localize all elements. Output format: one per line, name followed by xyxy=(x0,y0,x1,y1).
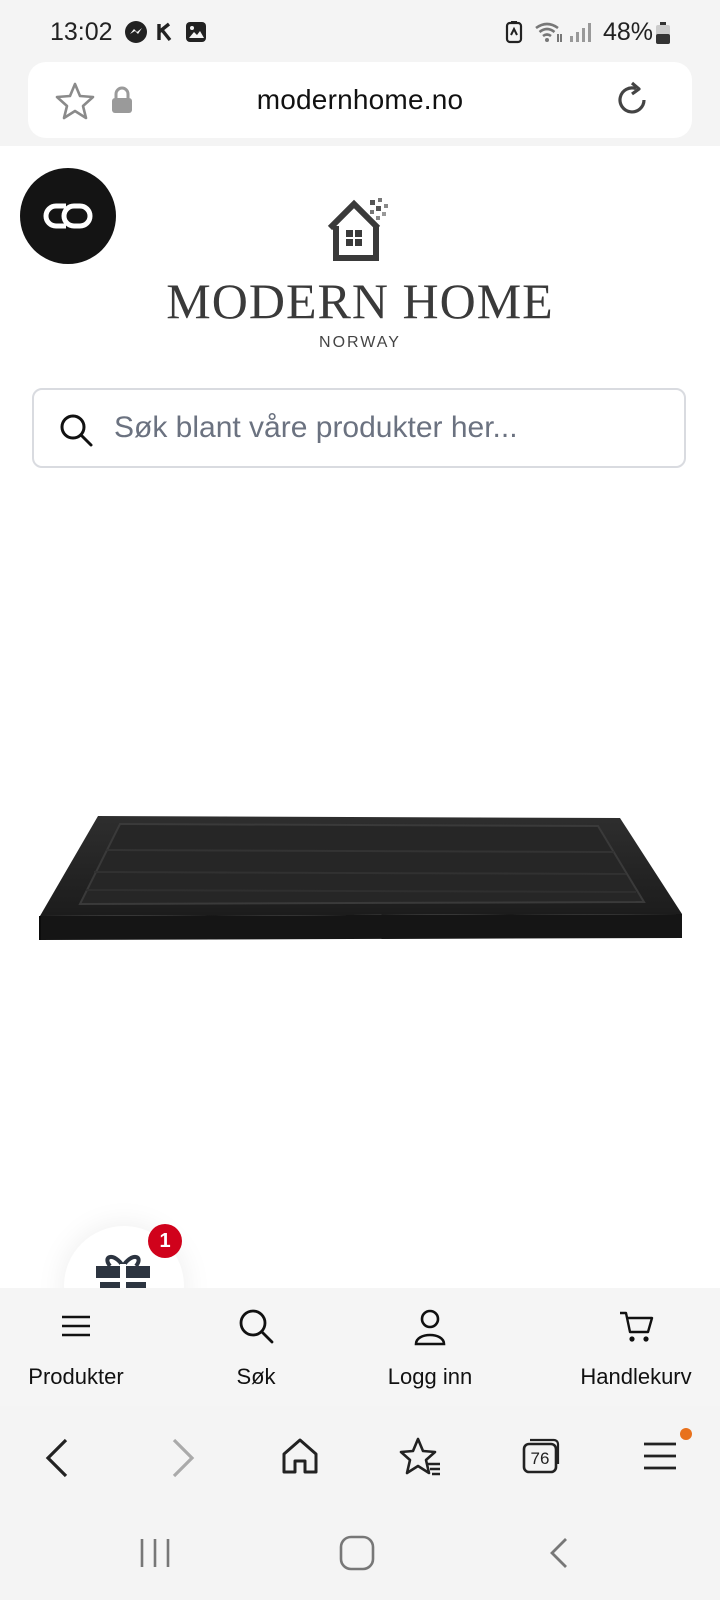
nav-label: Logg inn xyxy=(387,1364,473,1389)
tab-count: 76 xyxy=(530,1449,550,1468)
nav-label: Handlekurv xyxy=(580,1364,692,1389)
system-back-icon[interactable] xyxy=(546,1536,572,1570)
user-icon xyxy=(414,1309,446,1346)
chat-widget-button[interactable] xyxy=(20,168,116,264)
status-time: 13:02 xyxy=(50,18,113,46)
battery-saver-icon xyxy=(505,21,523,44)
nav-item-sok[interactable]: Søk xyxy=(180,1288,332,1406)
battery-percentage: 48% xyxy=(603,18,654,46)
chat-logo-icon xyxy=(43,203,93,229)
gift-notification-badge: 1 xyxy=(148,1224,182,1258)
nav-item-logg-inn[interactable]: Logg inn xyxy=(354,1288,506,1406)
menu-icon xyxy=(62,1315,90,1337)
forward-icon[interactable] xyxy=(164,1438,200,1478)
site-bottom-nav: Produkter Søk Logg inn Handlekurv xyxy=(0,1288,720,1406)
status-bar: 13:02 48% xyxy=(0,0,720,62)
search-input[interactable] xyxy=(114,408,654,448)
home-button-icon[interactable] xyxy=(338,1534,376,1572)
search-icon xyxy=(60,414,93,447)
nav-item-handlekurv[interactable]: Handlekurv xyxy=(560,1288,712,1406)
system-navigation-bar xyxy=(0,1510,720,1600)
home-icon[interactable] xyxy=(280,1436,320,1476)
nav-label: Søk xyxy=(236,1364,276,1389)
battery-icon xyxy=(656,22,670,44)
tabs-button[interactable]: 76 xyxy=(520,1438,560,1474)
logo-title: MODERN HOME xyxy=(166,273,554,329)
cart-icon xyxy=(620,1311,654,1342)
url-text[interactable]: modernhome.no xyxy=(0,84,720,116)
notification-dot xyxy=(680,1428,692,1440)
recent-apps-icon[interactable] xyxy=(138,1536,172,1570)
nav-item-produkter[interactable]: Produkter xyxy=(0,1288,152,1406)
gallery-icon xyxy=(186,22,206,42)
browser-toolbar: 76 xyxy=(0,1406,720,1510)
nav-label: Produkter xyxy=(28,1364,124,1389)
logo-subtitle: NORWAY xyxy=(319,334,401,351)
bookmarks-icon[interactable] xyxy=(398,1436,442,1478)
k-app-icon xyxy=(157,22,172,42)
messenger-icon xyxy=(125,21,147,43)
menu-icon[interactable] xyxy=(642,1440,678,1472)
search-box[interactable] xyxy=(32,388,686,468)
house-logo-icon xyxy=(327,198,388,261)
wifi-icon xyxy=(535,22,562,42)
product-image-tray[interactable] xyxy=(36,810,686,950)
signal-icon xyxy=(570,23,591,42)
back-icon[interactable] xyxy=(40,1438,76,1478)
search-icon xyxy=(239,1309,274,1344)
